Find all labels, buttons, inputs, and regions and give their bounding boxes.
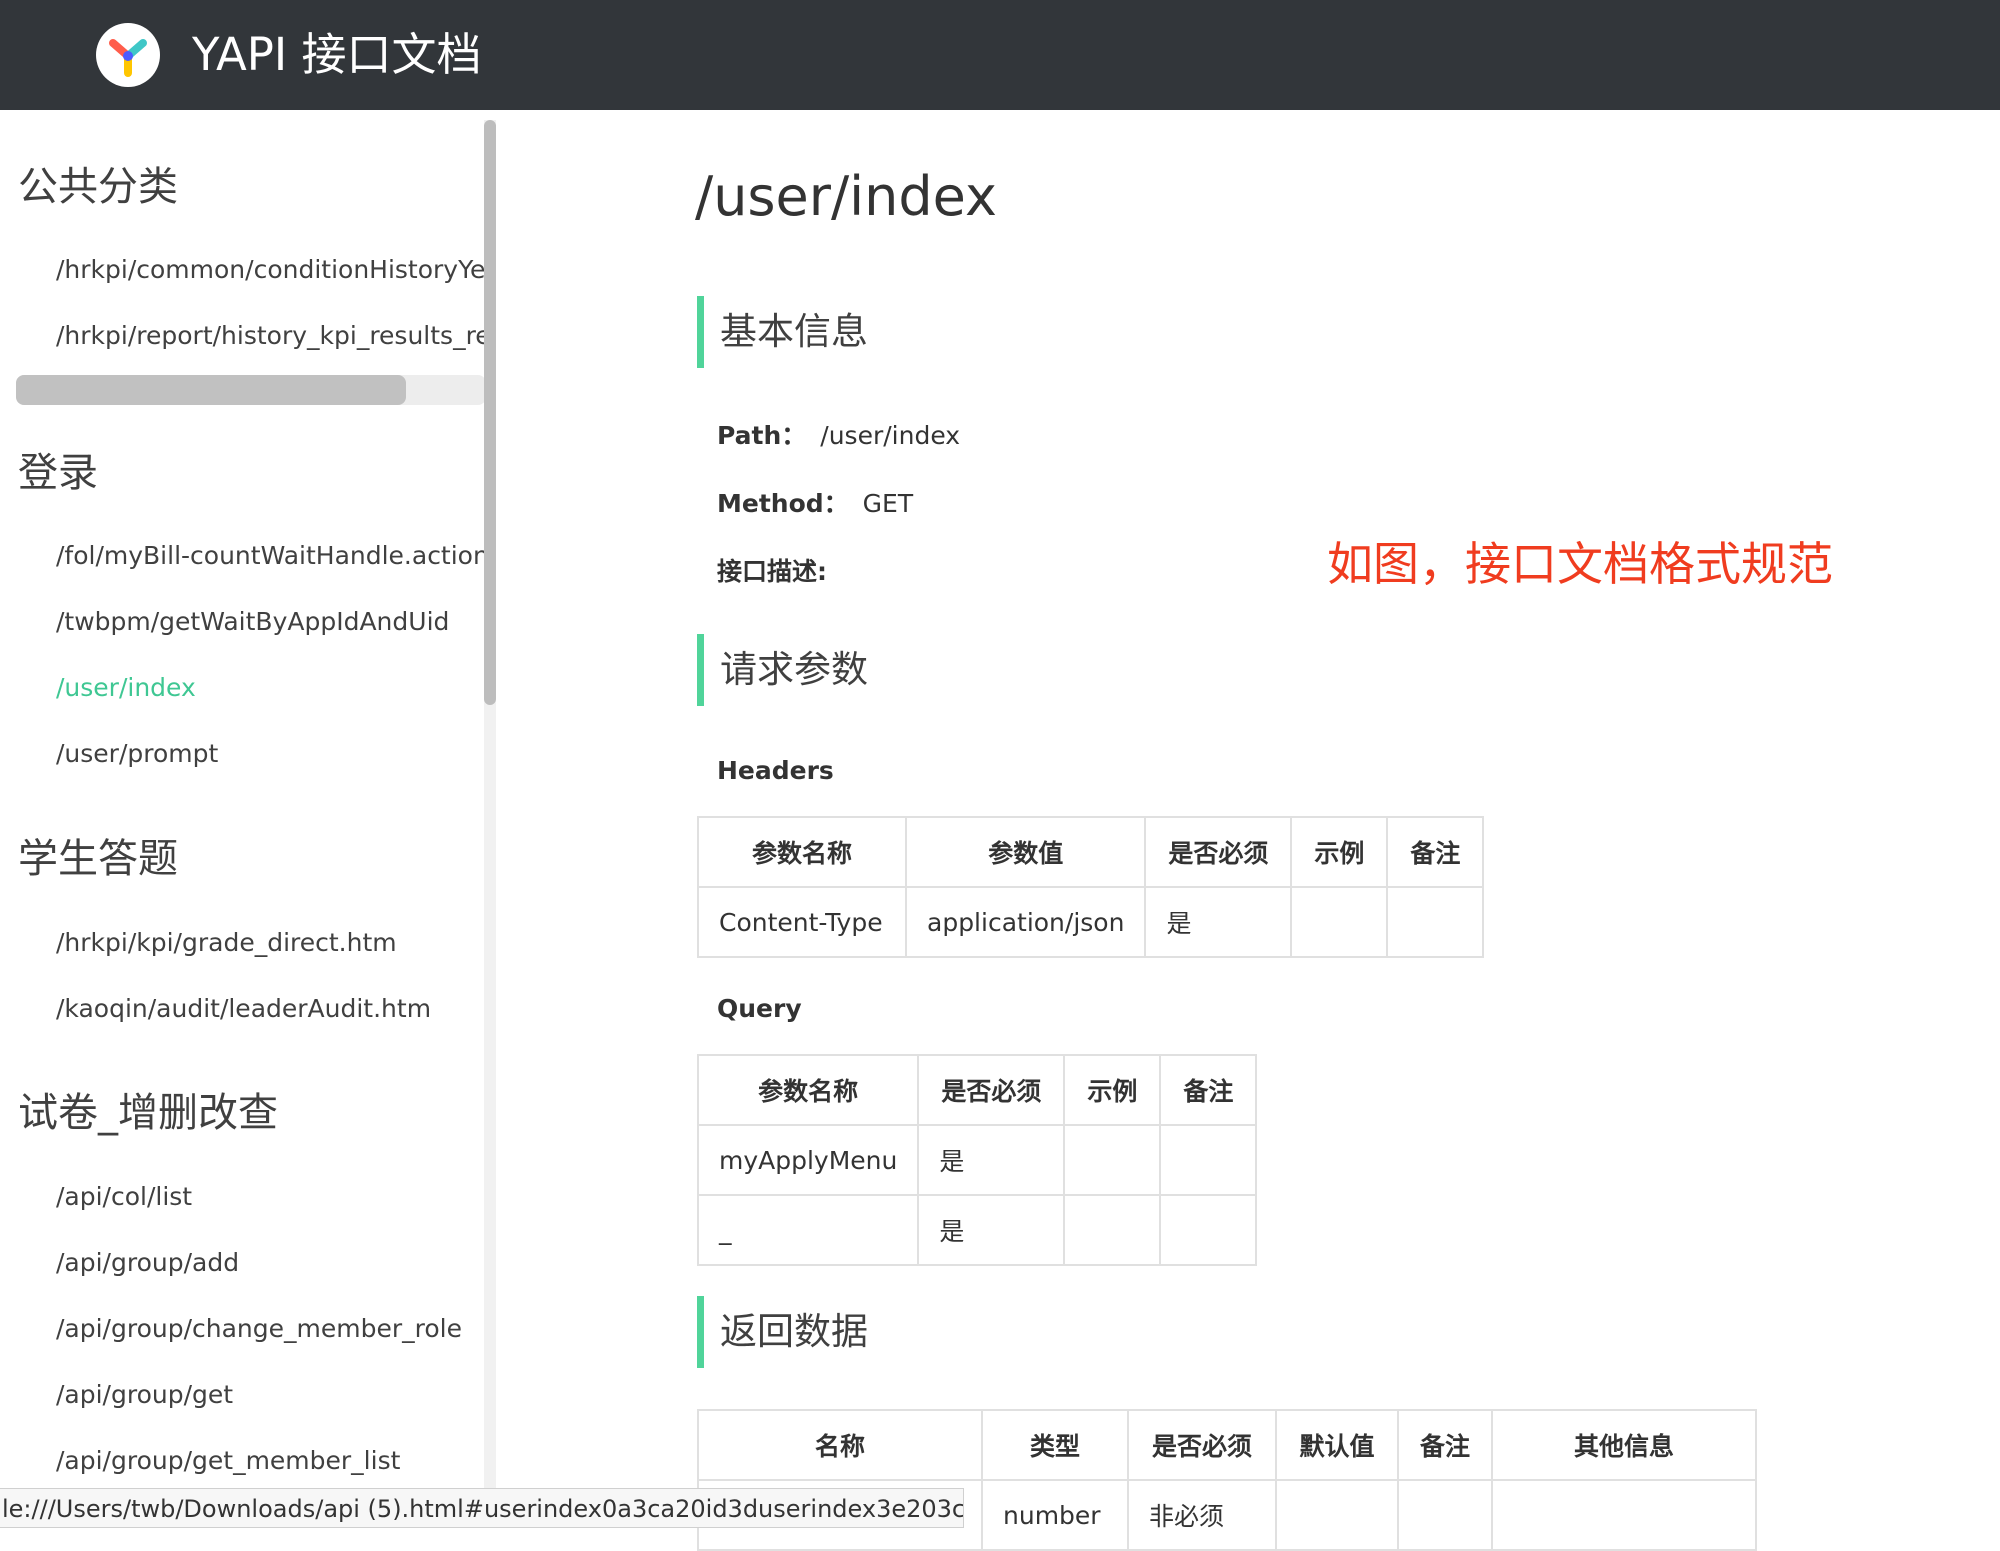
table-cell — [1159, 1194, 1258, 1266]
table-cell: 是 — [917, 1194, 1066, 1266]
sidebar-item[interactable]: /api/group/get_member_list — [56, 1446, 400, 1475]
sidebar-item[interactable]: /fol/myBill-countWaitHandle.action — [56, 541, 486, 570]
table-header-cell: 是否必须 — [917, 1054, 1066, 1126]
table-row: Content-Type application/json 是 — [697, 886, 1485, 958]
sidebar-group-title: 公共分类 — [18, 164, 178, 210]
section-title: 基本信息 — [720, 310, 868, 353]
table-header-cell: 参数名称 — [697, 816, 907, 888]
table-header-cell: 默认值 — [1275, 1409, 1399, 1481]
table-header-cell: 示例 — [1063, 1054, 1162, 1126]
sidebar-nav: 公共分类 /hrkpi/common/conditionHistoryYea /… — [0, 110, 495, 1528]
table-header-cell: 备注 — [1386, 816, 1485, 888]
section-response-data: 返回数据 — [697, 1296, 868, 1368]
table-header-cell: 名称 — [697, 1409, 983, 1481]
table-header-cell: 其他信息 — [1491, 1409, 1757, 1481]
sidebar-item[interactable]: /hrkpi/common/conditionHistoryYea — [56, 255, 486, 284]
table-header-cell: 示例 — [1290, 816, 1389, 888]
section-title: 返回数据 — [720, 1310, 868, 1353]
table-header-cell: 备注 — [1397, 1409, 1493, 1481]
table-cell — [1063, 1124, 1162, 1196]
query-title: Query — [717, 994, 802, 1023]
table-cell — [1397, 1479, 1493, 1551]
table-header-row: 名称 类型 是否必须 默认值 备注 其他信息 — [697, 1409, 1757, 1481]
sidebar-group-title: 学生答题 — [18, 836, 178, 882]
path-value: /user/index — [820, 421, 961, 450]
sidebar-item[interactable]: /kaoqin/audit/leaderAudit.htm — [56, 994, 431, 1023]
yapi-logo-icon[interactable] — [96, 23, 160, 87]
sidebar-group-title: 试卷_增删改查 — [18, 1090, 278, 1136]
sidebar-horizontal-scroll-thumb[interactable] — [16, 375, 406, 405]
path-row: Path： /user/index — [717, 416, 960, 452]
table-header-cell: 是否必须 — [1144, 816, 1293, 888]
sidebar-item[interactable]: /hrkpi/report/history_kpi_results_rep — [56, 321, 486, 350]
table-header-cell: 是否必须 — [1127, 1409, 1277, 1481]
method-label: Method： — [717, 489, 849, 518]
method-value: GET — [862, 489, 914, 518]
table-header-row: 参数名称 是否必须 示例 备注 — [696, 1054, 1258, 1126]
sidebar-item[interactable]: /hrkpi/kpi/grade_direct.htm — [56, 928, 397, 957]
path-label: Path： — [717, 421, 807, 450]
table-cell: 是 — [1144, 886, 1293, 958]
main-content: /user/index 基本信息 Path： /user/index Method… — [495, 110, 2000, 1551]
sidebar-horizontal-scrollbar[interactable] — [16, 375, 486, 405]
table-cell — [1290, 886, 1389, 958]
sidebar-group-title: 登录 — [18, 450, 98, 496]
annotation-text: 如图，接口文档格式规范 — [1327, 537, 1833, 591]
desc-row: 接口描述: — [717, 552, 827, 588]
sidebar-item[interactable]: /api/col/list — [56, 1182, 192, 1211]
app-title: YAPI 接口文档 — [192, 28, 482, 81]
table-cell — [1063, 1194, 1162, 1266]
page-title: /user/index — [695, 165, 997, 228]
table-cell: 非必须 — [1127, 1479, 1277, 1551]
method-row: Method： GET — [717, 484, 913, 520]
section-basic-info: 基本信息 — [697, 296, 868, 368]
table-cell: application/json — [904, 886, 1147, 958]
table-header-row: 参数名称 参数值 是否必须 示例 备注 — [697, 816, 1485, 888]
table-header-cell: 参数名称 — [696, 1054, 920, 1126]
table-row: _ 是 — [696, 1194, 1258, 1266]
headers-title: Headers — [717, 756, 834, 785]
yapi-logo-graphic — [98, 25, 158, 85]
response-table: 名称 类型 是否必须 默认值 备注 其他信息 number 非必须 — [697, 1409, 1757, 1551]
table-cell: _ — [696, 1194, 920, 1266]
section-request-params: 请求参数 — [697, 634, 868, 706]
table-cell: Content-Type — [697, 886, 907, 958]
table-row: myApplyMenu 是 — [696, 1124, 1258, 1196]
table-cell — [1491, 1479, 1757, 1551]
table-header-cell: 类型 — [981, 1409, 1129, 1481]
table-cell — [1275, 1479, 1399, 1551]
table-cell — [1386, 886, 1485, 958]
desc-label: 接口描述: — [717, 557, 827, 586]
top-header: YAPI 接口文档 — [0, 0, 2000, 110]
sidebar-item[interactable]: /api/group/change_member_role — [56, 1314, 462, 1343]
headers-table: 参数名称 参数值 是否必须 示例 备注 Content-Type applica… — [697, 816, 1485, 958]
table-cell: myApplyMenu — [696, 1124, 920, 1196]
table-cell: 是 — [917, 1124, 1066, 1196]
table-header-cell: 备注 — [1159, 1054, 1258, 1126]
sidebar-item[interactable]: /api/group/get — [56, 1380, 233, 1409]
sidebar-item[interactable]: /twbpm/getWaitByAppIdAndUid — [56, 607, 449, 636]
sidebar-item[interactable]: /user/prompt — [56, 739, 218, 768]
table-cell: number — [981, 1479, 1129, 1551]
query-table: 参数名称 是否必须 示例 备注 myApplyMenu 是 _ 是 — [696, 1054, 1258, 1266]
sidebar-item-active[interactable]: /user/index — [56, 673, 196, 702]
section-title: 请求参数 — [720, 648, 868, 691]
table-header-cell: 参数值 — [904, 816, 1147, 888]
table-cell — [1159, 1124, 1258, 1196]
link-preview-statusbar: le:///Users/twb/Downloads/api (5).html#u… — [0, 1488, 964, 1528]
sidebar-item[interactable]: /api/group/add — [56, 1248, 239, 1277]
